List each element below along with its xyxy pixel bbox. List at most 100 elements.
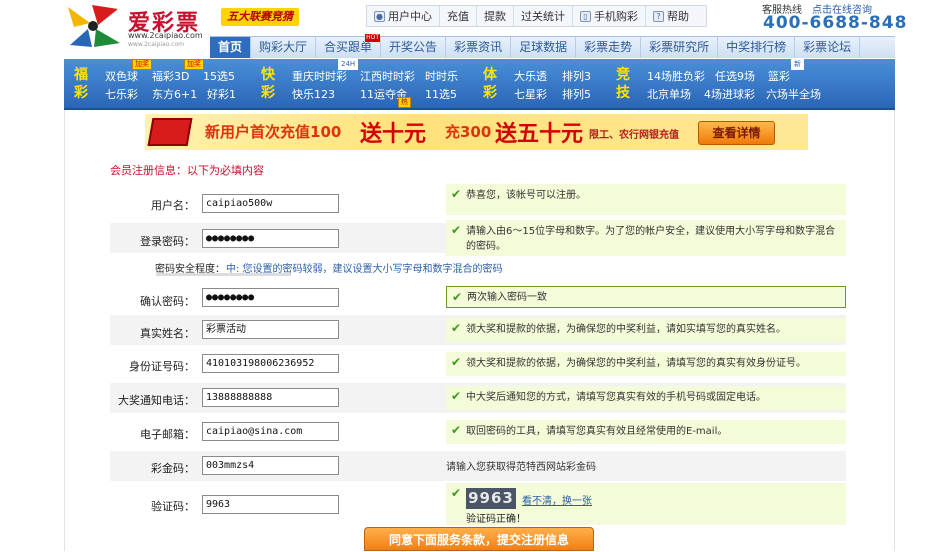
game-basketball[interactable]: 篮彩	[768, 68, 790, 84]
user-center-link[interactable]: ● 用户中心	[367, 6, 440, 26]
email-hint-text: 取回密码的工具，请填写您真实有效且经常使用的E-mail。	[466, 426, 728, 437]
game-pl3[interactable]: 排列3	[562, 68, 591, 84]
id-number-label: 身份证号码：	[129, 360, 195, 373]
phone-hint: ✔ 中大奖后通知您的方式，请填写您真实有效的手机号码或固定电话。	[446, 386, 846, 410]
game-4jq[interactable]: 4场进球彩	[704, 86, 755, 102]
phone-icon: ▯	[580, 10, 591, 22]
id-number-hint: ✔ 领大奖和提款的依据，为确保您的中奖利益，请填写您的真实有效身份证号。	[446, 352, 846, 376]
withdraw-link[interactable]: 提款	[477, 6, 514, 26]
phone-input[interactable]: 13888888888	[202, 388, 339, 407]
view-details-button[interactable]: 查看详情	[698, 121, 775, 145]
password-label: 登录密码：	[140, 235, 195, 248]
bonus-code-label: 彩金码：	[151, 462, 195, 475]
check-icon: ✔	[451, 321, 462, 335]
game-11x5[interactable]: 11选5	[425, 86, 457, 102]
nav-research[interactable]: 彩票研究所	[641, 37, 719, 58]
nav-forum[interactable]: 彩票论坛	[795, 37, 861, 58]
stats-link[interactable]: 过关统计	[514, 6, 573, 26]
game-bjdc[interactable]: 北京单场	[647, 86, 691, 102]
captcha-image[interactable]: 9963	[466, 488, 516, 509]
nav-lottery-hall[interactable]: 购彩大厅	[251, 37, 317, 58]
nav-ranking[interactable]: 中奖排行榜	[718, 37, 796, 58]
new-badge: 新	[791, 59, 804, 70]
phone-label: 大奖通知电话：	[118, 394, 195, 407]
nav-news[interactable]: 彩票资讯	[446, 37, 512, 58]
logo-url: www.2caipiao.com	[128, 31, 203, 40]
check-icon: ✔	[451, 423, 462, 437]
bonus-code-input[interactable]: 003mmzs4	[202, 456, 339, 475]
real-name-hint: ✔ 领大奖和提款的依据，为确保您的中奖利益，请如实填写您的真实姓名。	[446, 318, 846, 342]
game-r9[interactable]: 任选9场	[715, 68, 755, 84]
id-number-hint-text: 领大奖和提款的依据，为确保您的中奖利益，请填写您的真实有效身份证号。	[466, 358, 806, 369]
help-icon: ?	[653, 10, 664, 22]
real-name-input[interactable]: 彩票活动	[202, 320, 339, 339]
game-14sf[interactable]: 14场胜负彩	[647, 68, 705, 84]
bonus-badge: 加奖	[184, 59, 204, 70]
banner-text-deposit300: 充300	[445, 123, 492, 141]
email-input[interactable]: caipiao@sina.com	[202, 422, 339, 441]
confirm-password-label: 确认密码：	[140, 295, 195, 308]
category-sports: 体彩	[483, 67, 497, 101]
bonus-code-hint: 请输入您获取得范特西网站彩金码	[446, 462, 596, 473]
nav-draw-results[interactable]: 开奖公告	[381, 37, 447, 58]
game-hc1[interactable]: 好彩1	[207, 86, 236, 102]
promo-link[interactable]: 五大联赛竞猜	[221, 8, 299, 26]
check-icon: ✔	[452, 290, 463, 304]
captcha-ok-text: 验证码正确！	[466, 514, 526, 525]
password-input[interactable]: ●●●●●●●●	[202, 229, 339, 248]
banner-text-bank-note: 限工、农行网银充值	[589, 130, 679, 141]
promo-banner[interactable]: 新用户首次充值100 送十元 充300 送五十元 限工、农行网银充值 查看详情	[145, 114, 808, 150]
page-border-left	[64, 110, 65, 551]
game-df61[interactable]: 东方6+1	[152, 86, 197, 102]
username-hint-text: 恭喜您，该帐号可以注册。	[466, 190, 586, 201]
password-strength-bar	[156, 273, 291, 276]
logo-icon[interactable]	[64, 3, 122, 49]
nav-home[interactable]: 首页	[210, 37, 252, 58]
withdraw-label: 提款	[484, 10, 506, 23]
lottery-bar: 福彩 双色球 加奖 福彩3D 加奖 15选5 七乐彩 东方6+1 好彩1 快彩 …	[64, 59, 895, 110]
game-ssq[interactable]: 双色球	[105, 68, 138, 84]
password-hint-text: 请输入由6～15位字母和数字。为了您的帐户安全，建议使用大小写字母和数字混合的密…	[466, 226, 836, 252]
submit-registration-button[interactable]: 同意下面服务条款，提交注册信息	[364, 527, 594, 551]
mobile-label: 手机购彩	[594, 10, 638, 23]
category-fast: 快彩	[261, 67, 275, 101]
nav-trends[interactable]: 彩票走势	[576, 37, 642, 58]
real-name-label: 真实姓名：	[140, 327, 195, 340]
help-link[interactable]: ? 帮助	[646, 6, 696, 26]
check-icon: ✔	[451, 223, 462, 237]
username-input[interactable]: caipiao500w	[202, 194, 339, 213]
captcha-input[interactable]: 9963	[202, 495, 339, 514]
game-6bqc[interactable]: 六场半全场	[766, 86, 821, 102]
id-number-input[interactable]: 410103198006236952	[202, 354, 339, 373]
category-competitive: 竞技	[616, 67, 630, 101]
stats-label: 过关统计	[521, 10, 565, 23]
hot-badge: 热	[398, 97, 411, 108]
game-pl5[interactable]: 排列5	[562, 86, 591, 102]
game-ssl[interactable]: 时时乐	[425, 68, 458, 84]
nav-football-data[interactable]: 足球数据	[511, 37, 577, 58]
nav-group-buy[interactable]: 合买跟单 HOT	[316, 34, 382, 58]
game-dlt[interactable]: 大乐透	[514, 68, 547, 84]
utility-bar: ● 用户中心 充值 提款 过关统计 ▯ 手机购彩 ? 帮助	[366, 5, 707, 27]
24h-badge: 24H	[338, 59, 359, 70]
hotline-number: 400-6688-848	[763, 13, 908, 33]
user-center-label: 用户中心	[388, 10, 432, 23]
email-label: 电子邮箱：	[140, 428, 195, 441]
user-icon: ●	[374, 10, 385, 22]
game-15x5[interactable]: 15选5	[203, 68, 235, 84]
mobile-link[interactable]: ▯ 手机购彩	[573, 6, 646, 26]
check-icon: ✔	[451, 389, 462, 403]
bonus-badge: 加奖	[132, 59, 152, 70]
game-qlc[interactable]: 七乐彩	[105, 86, 138, 102]
captcha-refresh-link[interactable]: 看不清，换一张	[522, 492, 592, 507]
game-3d[interactable]: 福彩3D	[152, 68, 189, 84]
gift-icon	[147, 118, 193, 146]
game-jxssc[interactable]: 江西时时彩	[360, 68, 415, 84]
game-qxc[interactable]: 七星彩	[514, 86, 547, 102]
password-hint: ✔ 请输入由6～15位字母和数字。为了您的帐户安全，建议使用大小写字母和数字混合的…	[446, 220, 846, 256]
game-kl123[interactable]: 快乐123	[292, 86, 335, 102]
confirm-password-input[interactable]: ●●●●●●●●	[202, 288, 339, 307]
recharge-link[interactable]: 充值	[440, 6, 477, 26]
game-cqssc[interactable]: 重庆时时彩	[292, 68, 347, 84]
real-name-hint-text: 领大奖和提款的依据，为确保您的中奖利益，请如实填写您的真实姓名。	[466, 324, 786, 335]
